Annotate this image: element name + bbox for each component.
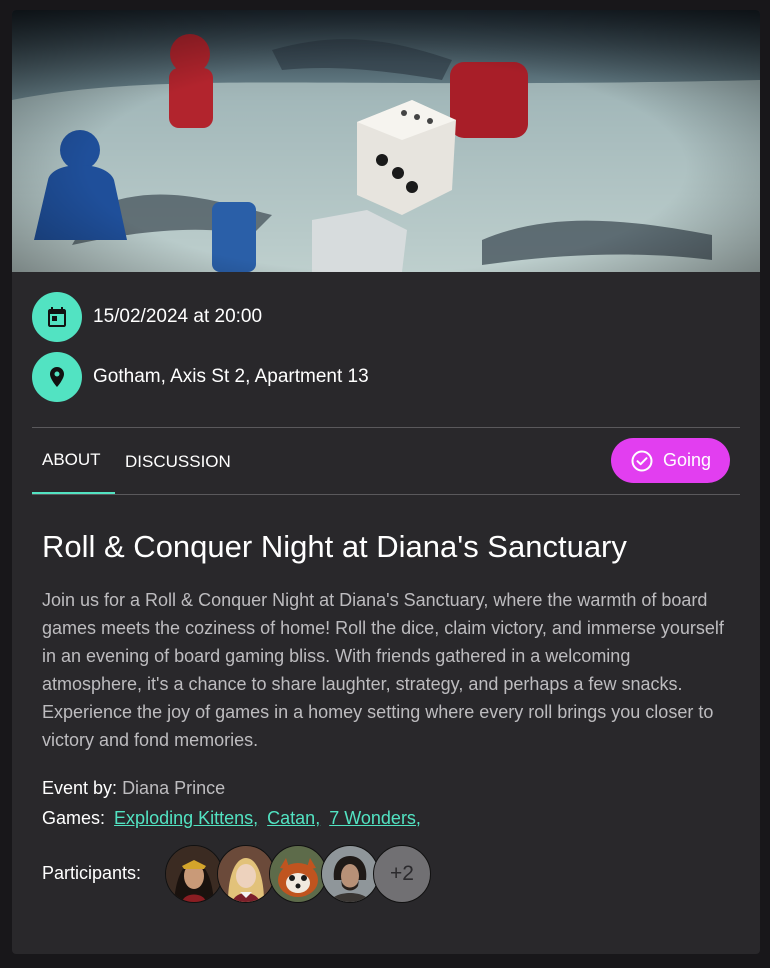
participants-label: Participants:	[42, 863, 142, 883]
participant-avatar[interactable]	[321, 845, 379, 903]
event-card: 15/02/2024 at 20:00 Gotham, Axis St 2, A…	[12, 10, 760, 954]
participant-avatar[interactable]	[217, 845, 275, 903]
calendar-icon	[32, 292, 82, 342]
event-host-label: Event by:	[42, 778, 118, 798]
tab-discussion[interactable]: DISCUSSION	[125, 428, 231, 496]
tabs-divider	[32, 494, 740, 495]
participant-avatar[interactable]	[269, 845, 327, 903]
event-date-row: 15/02/2024 at 20:00	[32, 292, 262, 342]
game-link[interactable]: Exploding Kittens,	[114, 808, 258, 828]
event-location-row: Gotham, Axis St 2, Apartment 13	[32, 352, 369, 402]
game-link[interactable]: Catan,	[267, 808, 320, 828]
participants-more-badge[interactable]: +2	[373, 845, 431, 903]
event-cover-image	[12, 10, 760, 272]
event-title: Roll & Conquer Night at Diana's Sanctuar…	[42, 529, 627, 564]
map-pin-icon	[32, 352, 82, 402]
event-games-label: Games:	[42, 808, 106, 828]
check-circle-icon	[631, 450, 653, 471]
event-games-row: Games: Exploding Kittens, Catan, 7 Wonde…	[42, 808, 421, 829]
event-description: Join us for a Roll & Conquer Night at Di…	[42, 590, 724, 750]
game-link[interactable]: 7 Wonders,	[329, 808, 421, 828]
going-button-label: Going	[662, 450, 712, 470]
participant-avatar[interactable]	[165, 845, 223, 903]
tab-about[interactable]: ABOUT	[42, 426, 101, 494]
event-host-name: Diana Prince	[122, 778, 226, 798]
going-button[interactable]: Going	[611, 438, 730, 483]
event-host-row: Event by: Diana Prince	[42, 778, 225, 799]
event-location: Gotham, Axis St 2, Apartment 13	[93, 366, 369, 387]
event-datetime: 15/02/2024 at 20:00	[93, 306, 263, 327]
